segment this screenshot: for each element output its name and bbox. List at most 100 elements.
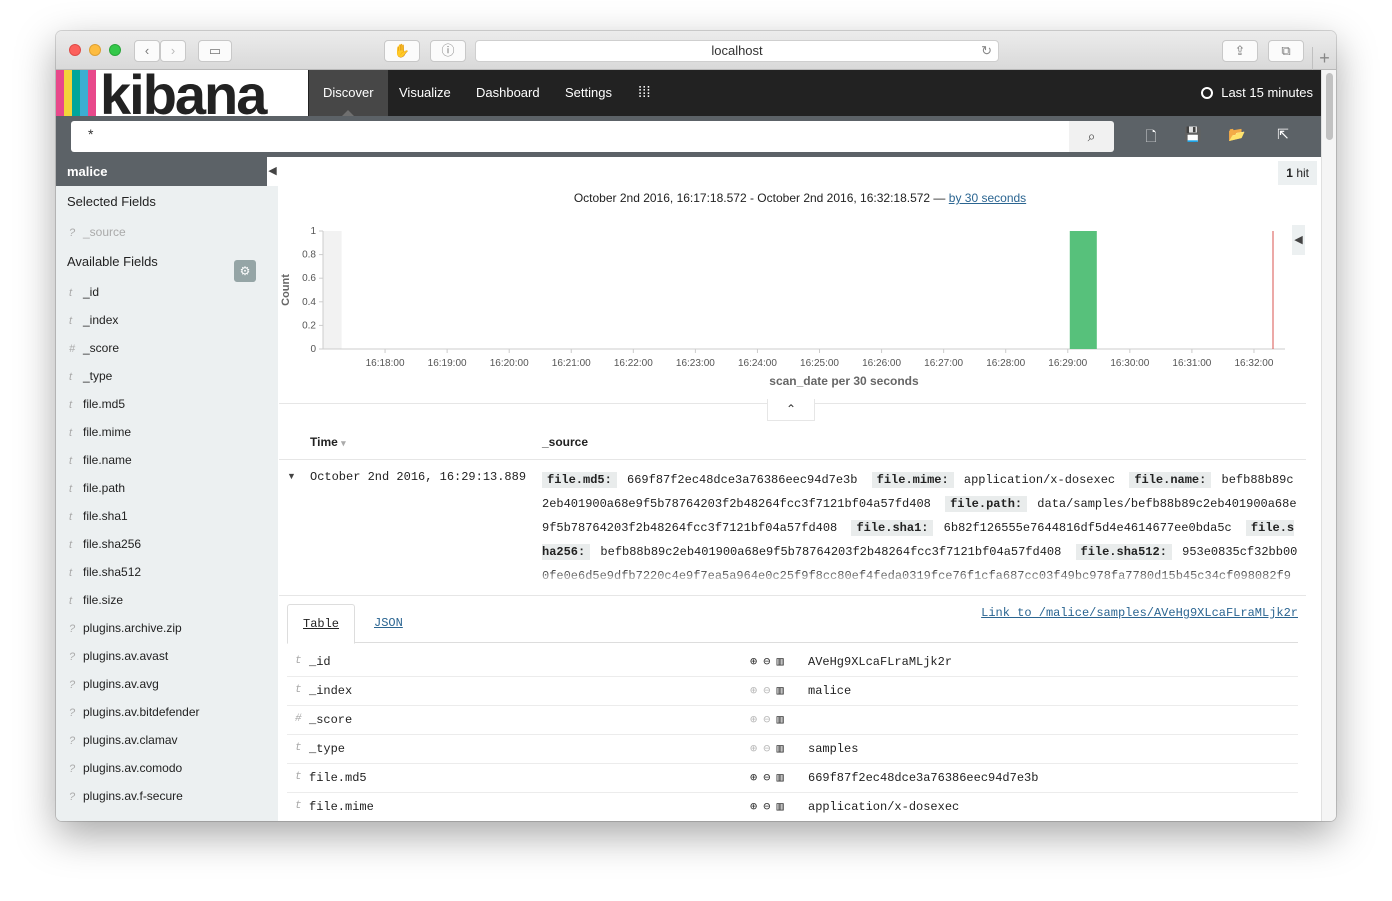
sidebar-field[interactable]: t _index — [56, 306, 278, 334]
toggle-column-icon[interactable]: ▥ — [776, 800, 789, 814]
row-expand-icon[interactable]: ▼ — [287, 471, 296, 481]
field-type-icon: t — [69, 399, 73, 411]
save-search-icon[interactable]: 💾 — [1184, 126, 1202, 146]
sidebar-field[interactable]: ? plugins.av.clamav — [56, 726, 278, 754]
zoom-in-icon[interactable]: ⊕ — [750, 713, 763, 727]
sidebar-field[interactable]: t _type — [56, 362, 278, 390]
sidebar-field[interactable]: t _id — [56, 278, 278, 306]
chevron-up-icon[interactable]: ⌃ — [767, 399, 815, 421]
search-button[interactable]: ⌕ — [1069, 121, 1114, 152]
extension-icon[interactable]: ✋ — [384, 40, 420, 62]
field-name: file.mime — [309, 800, 374, 814]
interval-link[interactable]: by 30 seconds — [949, 191, 1026, 205]
reader-icon[interactable]: ⓘ — [430, 40, 466, 62]
field-name: file.mime — [83, 425, 132, 439]
table-row: t file.mime ⊕⊖▥ application/x-dosexec — [287, 793, 1298, 821]
sidebar-field[interactable]: ? plugins.av.avast — [56, 642, 278, 670]
url-bar[interactable]: localhost ↻ — [475, 40, 999, 62]
source-key: file.path: — [945, 496, 1028, 512]
zoom-out-icon[interactable]: ⊖ — [763, 713, 776, 727]
zoom-in-icon[interactable]: ⊕ — [750, 742, 763, 756]
toggle-column-icon[interactable]: ▥ — [776, 713, 789, 727]
time-picker[interactable]: Last 15 minutes — [1201, 70, 1313, 116]
new-tab-button[interactable]: + — [1312, 47, 1336, 70]
histogram-bar — [1069, 231, 1097, 349]
sidebar-field[interactable]: t file.size — [56, 586, 278, 614]
y-axis-title: Count — [280, 274, 292, 306]
sidebar-field[interactable]: ? plugins.archive.zip — [56, 614, 278, 642]
share-page-icon[interactable]: ⇪ — [1222, 40, 1258, 62]
source-key: file.mime: — [871, 472, 954, 488]
nav-discover[interactable]: Discover — [309, 70, 388, 116]
sidebar-field[interactable]: ? plugins.av.bitdefender — [56, 698, 278, 726]
toggle-column-icon[interactable]: ▥ — [776, 771, 789, 785]
zoom-in-icon[interactable]: ⊕ — [750, 655, 763, 669]
toggle-column-icon[interactable]: ▥ — [776, 742, 789, 756]
scrollbar-thumb[interactable] — [1326, 73, 1333, 140]
document-link[interactable]: Link to /malice/samples/AVeHg9XLcaFLraML… — [981, 606, 1298, 620]
sidebar-field[interactable]: t file.path — [56, 474, 278, 502]
sidebar-field[interactable]: ? plugins.av.comodo — [56, 754, 278, 782]
toggle-column-icon[interactable]: ▥ — [776, 655, 789, 669]
sidebar-field[interactable]: t file.mime — [56, 418, 278, 446]
zoom-in-icon[interactable]: ⊕ — [750, 800, 763, 814]
sidebar-field[interactable]: t file.sha256 — [56, 530, 278, 558]
column-header-time[interactable]: Time ▾ — [310, 435, 346, 449]
minimize-window-button[interactable] — [89, 44, 101, 56]
tab-json[interactable]: JSON — [359, 604, 418, 643]
open-search-icon[interactable]: 📂 — [1228, 126, 1246, 146]
x-tick-label: 16:27:00 — [924, 358, 963, 369]
field-name: file.path — [83, 481, 126, 495]
x-tick-label: 16:22:00 — [614, 358, 653, 369]
kibana-logo[interactable]: kibana — [56, 70, 308, 116]
back-button[interactable]: ‹ — [134, 40, 160, 62]
index-pattern-title[interactable]: malice — [56, 157, 278, 186]
zoom-out-icon[interactable]: ⊖ — [763, 684, 776, 698]
collapse-sidebar-icon[interactable]: ◀ — [267, 157, 278, 186]
tabs-overview-icon[interactable]: ⧉ — [1268, 40, 1304, 62]
field-name: file.sha1 — [83, 509, 128, 523]
field-type-icon: t — [69, 539, 73, 551]
gear-icon[interactable]: ⚙ — [234, 260, 256, 282]
sidebar-field[interactable]: ? plugins.av.avg — [56, 670, 278, 698]
field-type-icon: # — [295, 713, 302, 725]
query-bar: * ⌕ 🗋 💾 📂 ⇱ — [56, 116, 1321, 157]
zoom-in-icon[interactable]: ⊕ — [750, 684, 763, 698]
field-type-icon: t — [295, 655, 302, 667]
toggle-column-icon[interactable]: ▥ — [776, 684, 789, 698]
reload-icon[interactable]: ↻ — [981, 41, 992, 61]
share-icon[interactable]: ⇱ — [1274, 126, 1292, 146]
field-name: plugins.av.clamav — [83, 733, 178, 747]
field-name: file.md5 — [309, 771, 367, 785]
sidebar-field[interactable]: t file.sha1 — [56, 502, 278, 530]
sidebar-toggle-icon[interactable]: ▭ — [198, 40, 232, 62]
sidebar-field[interactable]: # _score — [56, 334, 278, 362]
nav-visualize[interactable]: Visualize — [385, 70, 465, 116]
sidebar-field[interactable]: t file.md5 — [56, 390, 278, 418]
zoom-window-button[interactable] — [109, 44, 121, 56]
page-scrollbar[interactable] — [1321, 70, 1336, 821]
sidebar-field[interactable]: t file.name — [56, 446, 278, 474]
nav-settings[interactable]: Settings — [551, 70, 626, 116]
new-search-icon[interactable]: 🗋 — [1142, 126, 1160, 146]
zoom-out-icon[interactable]: ⊖ — [763, 742, 776, 756]
zoom-in-icon[interactable]: ⊕ — [750, 771, 763, 785]
selected-field-source[interactable]: ? _source — [56, 218, 278, 246]
browser-toolbar: ‹ › ▭ ✋ ⓘ localhost ↻ ⇪ ⧉ + — [56, 31, 1336, 70]
field-type-icon: t — [69, 595, 73, 607]
y-tick-label: 0.2 — [302, 320, 316, 331]
sidebar-field[interactable]: ? plugins.av.f-secure — [56, 782, 278, 810]
time-range-caption: October 2nd 2016, 16:17:18.572 - October… — [279, 191, 1321, 205]
zoom-out-icon[interactable]: ⊖ — [763, 655, 776, 669]
sidebar-field[interactable]: t file.sha512 — [56, 558, 278, 586]
forward-button[interactable]: › — [160, 40, 186, 62]
zoom-out-icon[interactable]: ⊖ — [763, 771, 776, 785]
grid-icon[interactable]: ⁞⁞⁞ — [624, 70, 665, 116]
tab-table[interactable]: Table — [287, 604, 356, 644]
zoom-out-icon[interactable]: ⊖ — [763, 800, 776, 814]
search-input[interactable]: * — [71, 121, 1069, 152]
nav-dashboard[interactable]: Dashboard — [462, 70, 554, 116]
source-value: 6b82f126555e7644816df5d4e4614677ee0bda5c — [943, 521, 1232, 535]
close-window-button[interactable] — [69, 44, 81, 56]
source-value: befb88b89c2eb401900a68e9f5b78764203f2b48… — [600, 545, 1062, 559]
